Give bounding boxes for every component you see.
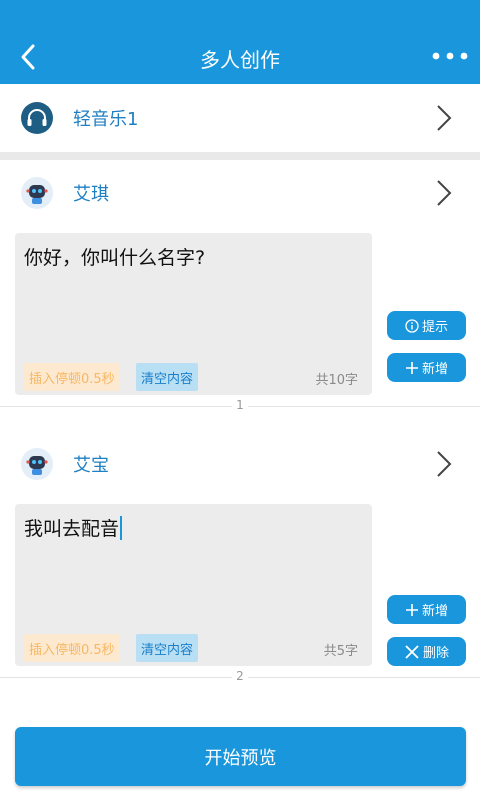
speaker-name: 艾琪: [73, 184, 109, 205]
segment-index: 2: [0, 669, 480, 683]
page-title: 多人创作: [200, 48, 280, 72]
chevron-right-icon: [437, 180, 452, 206]
plus-icon: [405, 361, 418, 374]
segment-index: 1: [0, 398, 480, 412]
robot-avatar-icon: [21, 448, 53, 480]
speaker-name: 艾宝: [73, 455, 109, 476]
insert-pause-button[interactable]: 插入停顿0.5秒: [24, 634, 120, 662]
clear-content-button[interactable]: 清空内容: [136, 634, 199, 662]
insert-pause-button[interactable]: 插入停顿0.5秒: [24, 363, 120, 391]
script-text-wrap: 我叫去配音: [24, 514, 123, 541]
add-segment-button[interactable]: 新增: [387, 595, 466, 624]
script-textbox[interactable]: 我叫去配音 插入停顿0.5秒 清空内容 共5字: [15, 504, 372, 666]
chevron-right-icon: [437, 451, 452, 477]
robot-avatar-icon: [21, 177, 53, 209]
script-textbox[interactable]: 你好，你叫什么名字? 插入停顿0.5秒 清空内容 共10字: [15, 233, 372, 395]
headphones-icon: [21, 102, 53, 134]
char-count: 共5字: [323, 644, 358, 659]
close-icon: [405, 644, 419, 659]
music-label: 轻音乐1: [73, 109, 139, 130]
hint-button[interactable]: 提示: [387, 311, 466, 340]
speaker-row[interactable]: 艾琪: [0, 159, 480, 227]
hint-label: 提示: [421, 320, 448, 335]
delete-label: 删除: [422, 646, 449, 661]
clear-content-button[interactable]: 清空内容: [136, 363, 199, 391]
add-label: 新增: [421, 362, 448, 377]
add-label: 新增: [421, 604, 448, 619]
background-music-row[interactable]: 轻音乐1: [0, 84, 480, 152]
start-preview-button[interactable]: 开始预览: [15, 727, 466, 786]
speaker-row[interactable]: 艾宝: [0, 430, 480, 498]
text-cursor: [120, 516, 123, 540]
chevron-right-icon: [437, 105, 452, 131]
plus-icon: [405, 603, 418, 616]
add-segment-button[interactable]: 新增: [387, 353, 466, 382]
script-text: 我叫去配音: [24, 518, 120, 540]
app-header: 多人创作: [0, 0, 480, 84]
info-icon: [405, 318, 419, 333]
delete-segment-button[interactable]: 删除: [387, 637, 466, 666]
more-dots-icon[interactable]: [430, 44, 470, 68]
char-count: 共10字: [315, 373, 358, 388]
script-text: 你好，你叫什么名字?: [24, 247, 206, 269]
